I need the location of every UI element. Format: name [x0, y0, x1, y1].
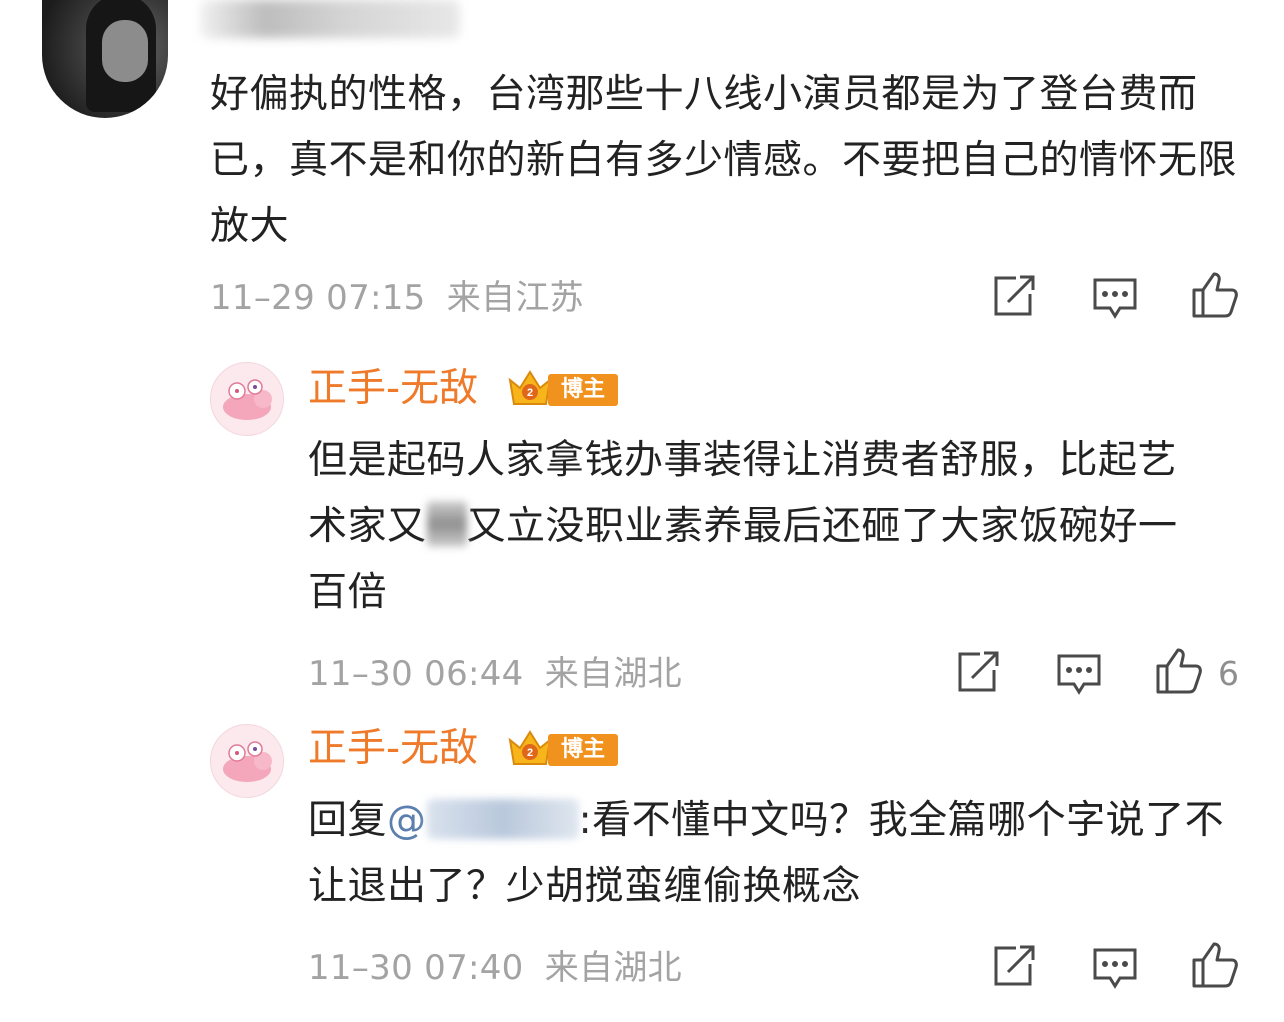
commenter-avatar[interactable] [42, 0, 168, 118]
thumbs-up-icon[interactable] [1190, 270, 1240, 320]
reply-username[interactable]: 正手-无敌 [308, 364, 478, 414]
comment-icon[interactable] [1090, 272, 1140, 322]
crown-icon: 2 [508, 370, 552, 405]
share-icon[interactable] [952, 648, 1002, 698]
reply-location: 来自湖北 [544, 948, 682, 988]
comment-icon[interactable] [1054, 648, 1104, 698]
mention-username-blurred [426, 799, 579, 839]
reply-timestamp: 11–30 07:40 [308, 948, 524, 988]
like-count: 6 [1218, 654, 1239, 693]
comment-meta: 11–29 07:15 来自江苏 [210, 278, 584, 318]
svg-text:2: 2 [527, 387, 533, 399]
thumbs-up-icon[interactable] [1154, 646, 1204, 696]
blurred-character [426, 501, 467, 547]
reply-meta: 11–30 06:44 来自湖北 [308, 654, 682, 694]
author-badge: 2 博主 [506, 370, 618, 406]
mention-link[interactable]: @ [387, 798, 579, 843]
reply-prefix: 回复 [308, 798, 388, 843]
share-icon[interactable] [988, 942, 1038, 992]
comment-timestamp: 11–29 07:15 [210, 278, 426, 318]
reply-timestamp: 11–30 06:44 [308, 654, 524, 694]
commenter-name-blurred[interactable] [200, 0, 460, 38]
reply-meta: 11–30 07:40 来自湖北 [308, 948, 682, 988]
reply-location: 来自湖北 [544, 654, 682, 694]
badge-label: 博主 [548, 374, 618, 406]
comment-thread: 好偏执的性格，台湾那些十八线小演员都是为了登台费而已，真不是和你的新白有多少情感… [0, 0, 1284, 1022]
comment-text: 好偏执的性格，台湾那些十八线小演员都是为了登台费而已，真不是和你的新白有多少情感… [210, 72, 1238, 249]
svg-text:2: 2 [527, 747, 533, 759]
comment-icon[interactable] [1090, 942, 1140, 992]
thumbs-up-icon[interactable] [1190, 940, 1240, 990]
reply-username[interactable]: 正手-无敌 [308, 724, 478, 774]
crown-icon: 2 [508, 730, 552, 765]
reply-text: 但是起码人家拿钱办事装得让消费者舒服，比起艺术家又 又立没职业素养最后还砸了大家饭… [308, 428, 1208, 626]
share-icon[interactable] [988, 272, 1038, 322]
reply-text: 回复@:看不懂中文吗？我全篇哪个字说了不让退出了？少胡搅蛮缠偷换概念 [308, 788, 1228, 920]
author-badge: 2 博主 [506, 730, 618, 766]
badge-label: 博主 [548, 734, 618, 766]
reply-avatar[interactable] [210, 724, 284, 798]
comment-location: 来自江苏 [446, 278, 584, 318]
reply-avatar[interactable] [210, 362, 284, 436]
